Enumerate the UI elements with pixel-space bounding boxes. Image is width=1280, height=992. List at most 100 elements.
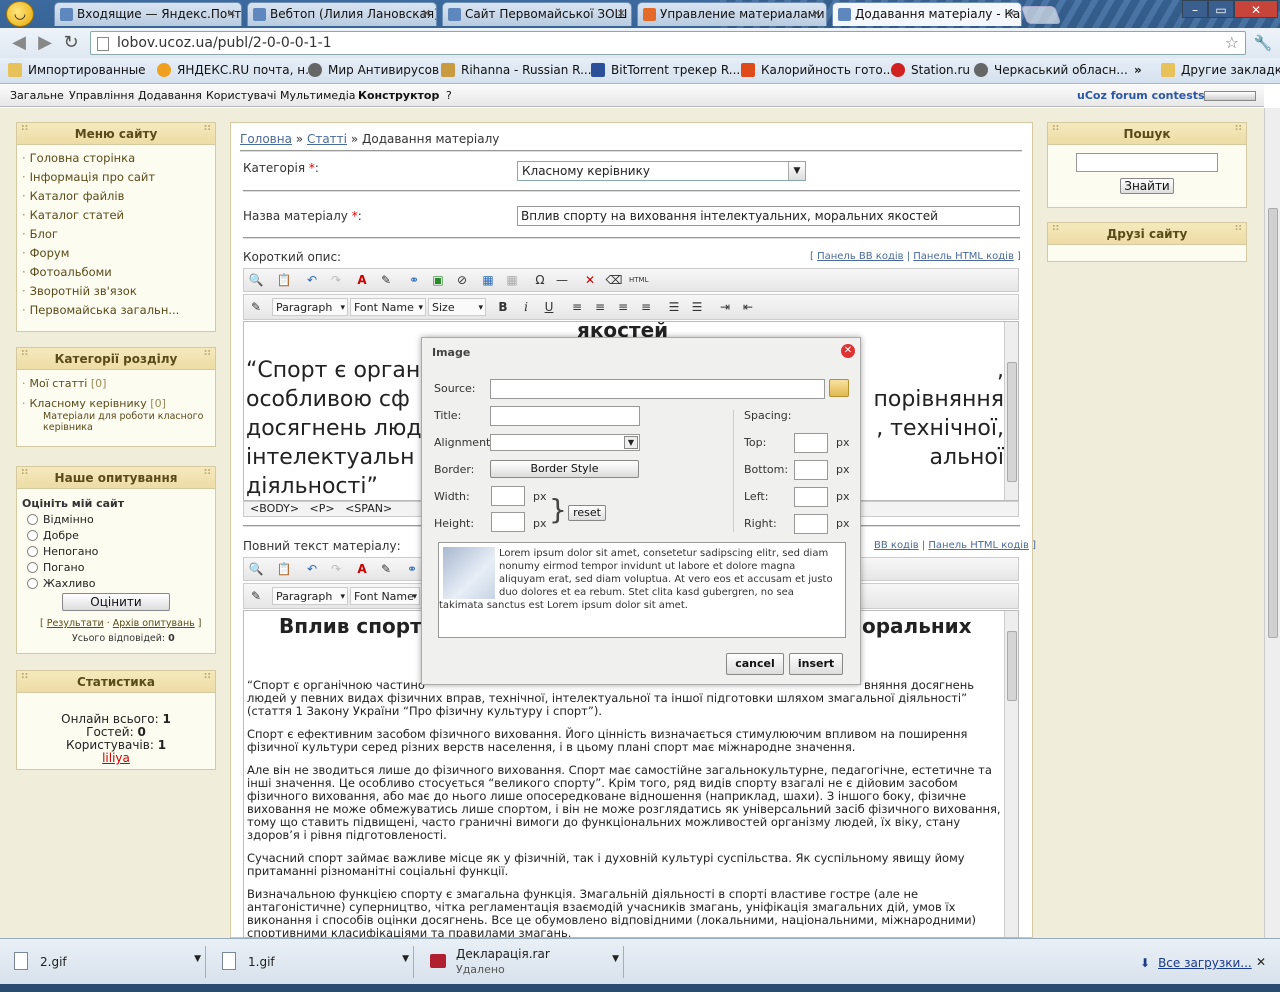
insert-button[interactable]: insert	[789, 653, 843, 675]
poll-vote-button[interactable]: Оцінити	[62, 593, 170, 611]
find-icon[interactable]: 🔍	[247, 560, 265, 578]
bookmark-rihanna[interactable]: Rihanna - Russian R...	[441, 62, 592, 78]
ucoz-bar-slider[interactable]	[1204, 91, 1256, 101]
bookmark-cherkasy[interactable]: Черкаський обласн...	[974, 62, 1128, 78]
html-icon[interactable]: HTML	[629, 271, 648, 289]
poll-option-awful[interactable]: Жахливо	[27, 577, 96, 590]
short-html-panel-link[interactable]: Панель HTML кодів	[913, 251, 1014, 262]
download-item-rar[interactable]: Декларація.rar Удалено ▼	[422, 946, 624, 978]
ucoz-menu-constructor[interactable]: Конструктор	[358, 88, 439, 104]
stats-user-link[interactable]: liliya	[16, 751, 216, 765]
highlight-icon[interactable]: ✎	[377, 560, 395, 578]
bold-icon[interactable]: B	[494, 298, 512, 316]
menu-link-forum[interactable]: Форум	[22, 246, 70, 260]
bookmark-imported[interactable]: Импортированные	[8, 62, 146, 78]
height-input[interactable]	[491, 512, 525, 532]
chevron-down-icon[interactable]: ▼	[612, 954, 619, 964]
font-name-dropdown[interactable]: Font Name	[350, 298, 426, 317]
highlight-icon[interactable]: ✎	[377, 271, 395, 289]
media-icon[interactable]: ⊘	[453, 271, 471, 289]
close-icon[interactable]: ✕	[422, 3, 431, 25]
full-editor-scrollbar[interactable]	[1004, 611, 1018, 937]
close-downloads-icon[interactable]: ✕	[1256, 955, 1266, 969]
paragraph-dropdown[interactable]: Paragraph	[272, 298, 348, 317]
menu-link-pervomaiska[interactable]: Первомайська загальн...	[22, 303, 180, 317]
style-icon[interactable]: ✎	[247, 587, 265, 605]
chevron-down-icon[interactable]: ▼	[402, 954, 409, 964]
hr-icon[interactable]: —	[553, 271, 571, 289]
paragraph-dropdown[interactable]: Paragraph	[272, 587, 348, 606]
poll-results-link[interactable]: Результати	[47, 618, 104, 629]
star-icon[interactable]: ☆	[1225, 32, 1239, 54]
ucoz-menu-help[interactable]: ?	[446, 88, 452, 104]
source-input[interactable]	[490, 379, 825, 399]
chevron-down-icon[interactable]: ▼	[194, 954, 201, 964]
size-dropdown[interactable]: Size	[428, 298, 486, 317]
page-scrollbar[interactable]	[1264, 108, 1280, 938]
redo-icon[interactable]: ↷	[327, 560, 345, 578]
link-icon[interactable]: ⚭	[405, 271, 423, 289]
breadcrumb-home[interactable]: Головна	[240, 132, 292, 146]
bookmark-antivirus[interactable]: Мир Антивирусов	[308, 62, 439, 78]
poll-option-bad[interactable]: Погано	[27, 561, 84, 574]
breadcrumb-articles[interactable]: Статті	[307, 132, 347, 146]
wrench-icon[interactable]: 🔧	[1252, 32, 1274, 54]
menu-link-feedback[interactable]: Зворотній зв'язок	[22, 284, 137, 298]
style-icon[interactable]: ✎	[247, 298, 265, 316]
tab-webtop[interactable]: Вебтоп (Лилия Лановская) ✕	[247, 2, 437, 26]
image-icon[interactable]: ▣	[429, 271, 447, 289]
bookmark-calories[interactable]: Калорийность гото...	[741, 62, 894, 78]
table-icon[interactable]: ▦	[479, 271, 497, 289]
reset-button[interactable]: reset	[568, 505, 606, 521]
download-item-1gif[interactable]: 1.gif ▼	[214, 946, 414, 978]
bookmark-yandex[interactable]: ЯНДЕКС.RU почта, н...	[157, 62, 317, 78]
tab-add-material[interactable]: Додавання матеріалу - Кат ✕	[832, 2, 1022, 26]
close-window-button[interactable]: ✕	[1234, 0, 1278, 18]
reload-icon[interactable]: ↻	[60, 32, 82, 54]
other-bookmarks[interactable]: Другие закладки	[1161, 62, 1280, 78]
back-icon[interactable]: ◀	[8, 32, 30, 54]
menu-link-photos[interactable]: Фотоальбоми	[22, 265, 112, 279]
name-input[interactable]: Вплив спорту на виховання інтелектуальни…	[517, 206, 1020, 226]
font-name-dropdown[interactable]: Font Name	[350, 587, 420, 606]
forward-icon[interactable]: ▶	[34, 32, 56, 54]
indent-icon[interactable]: ⇥	[716, 298, 734, 316]
menu-link-blog[interactable]: Блог	[22, 227, 58, 241]
bookmarks-more[interactable]: »	[1114, 62, 1142, 78]
all-downloads-link[interactable]: ⬇ Все загрузки...	[1140, 956, 1252, 970]
find-icon[interactable]: 🔍	[247, 271, 265, 289]
title-input[interactable]	[490, 406, 640, 426]
full-bb-panel-link[interactable]: BB кодів	[874, 540, 919, 551]
link-icon[interactable]: ⚭	[403, 560, 421, 578]
outdent-icon[interactable]: ⇤	[739, 298, 757, 316]
short-editor-scrollbar[interactable]	[1004, 322, 1018, 500]
text-color-icon[interactable]: A	[353, 271, 371, 289]
undo-icon[interactable]: ↶	[303, 271, 321, 289]
close-icon[interactable]: ✕	[227, 3, 236, 25]
menu-link-articles[interactable]: Каталог статей	[22, 208, 124, 222]
maximize-button[interactable]: ▭	[1208, 0, 1234, 18]
redo-icon[interactable]: ↷	[327, 271, 345, 289]
browse-folder-icon[interactable]	[829, 379, 849, 397]
ucoz-menu-multimedia[interactable]: Мультимедіа	[280, 88, 356, 104]
justify-icon[interactable]: ≡	[637, 298, 655, 316]
close-icon[interactable]: ✕	[1007, 3, 1016, 25]
width-input[interactable]	[491, 486, 525, 506]
unordered-list-icon[interactable]: ☰	[688, 298, 706, 316]
tab-manage-materials[interactable]: Управление материалами ✕	[637, 2, 827, 26]
paste-icon[interactable]: 📋	[275, 560, 293, 578]
ucoz-menu-users[interactable]: Користувачі	[206, 88, 276, 104]
bookmark-station[interactable]: Station.ru	[891, 62, 970, 78]
border-style-button[interactable]: Border Style	[490, 460, 639, 478]
align-center-icon[interactable]: ≡	[591, 298, 609, 316]
search-input[interactable]	[1076, 153, 1218, 172]
ucoz-forum-contests-link[interactable]: uCoz forum contests	[1077, 88, 1205, 104]
menu-link-about[interactable]: Інформація про сайт	[22, 170, 155, 184]
dialog-close-icon[interactable]: ✕	[841, 344, 855, 358]
poll-option-ok[interactable]: Непогано	[27, 545, 98, 558]
cancel-button[interactable]: cancel	[726, 653, 784, 675]
alignment-select[interactable]: ▼	[490, 434, 640, 451]
poll-option-good[interactable]: Добре	[27, 529, 79, 542]
category-select[interactable]: Класному керівнику ▼	[517, 161, 806, 181]
omega-icon[interactable]: Ω	[531, 271, 549, 289]
